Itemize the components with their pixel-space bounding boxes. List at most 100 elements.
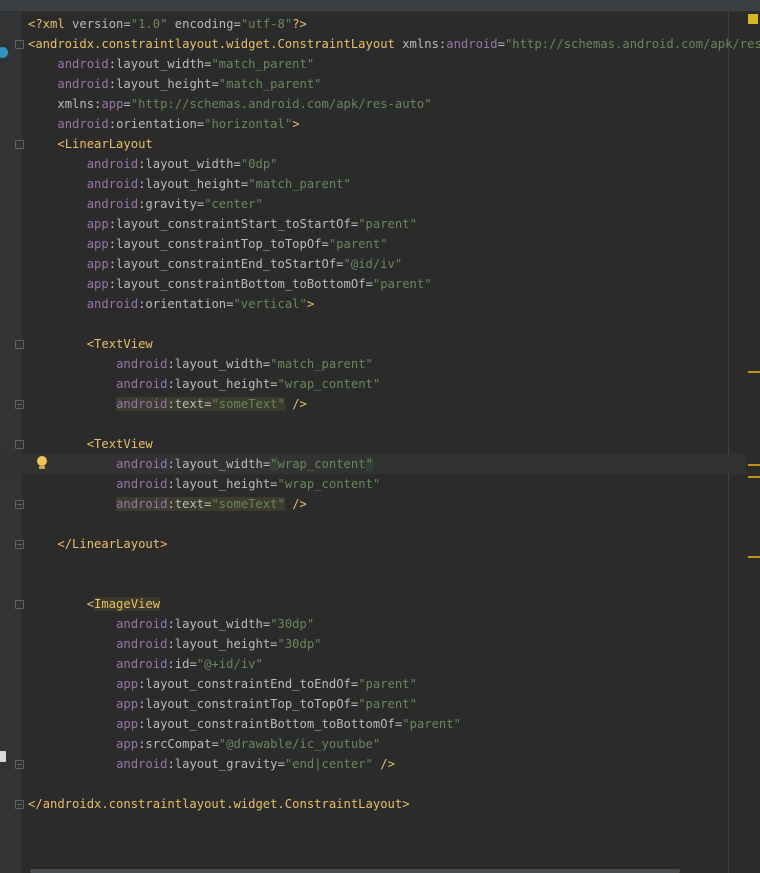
code-line[interactable]: android:layout_width="match_parent" (0, 354, 746, 374)
code-line[interactable]: android:layout_gravity="end|center" /> (0, 754, 746, 774)
code-text: app:layout_constraintTop_toTopOf="parent… (28, 694, 417, 714)
code-line[interactable]: </LinearLayout> (0, 534, 746, 554)
code-line[interactable]: android:layout_width="0dp" (0, 154, 746, 174)
code-token: xmlns: (402, 37, 447, 51)
code-line[interactable]: app:layout_constraintBottom_toBottomOf="… (0, 714, 746, 734)
code-line[interactable]: app:layout_constraintStart_toStartOf="pa… (0, 214, 746, 234)
code-line[interactable]: app:layout_constraintBottom_toBottomOf="… (0, 274, 746, 294)
code-token: "parent" (402, 717, 461, 731)
code-token: android (116, 757, 168, 771)
code-line[interactable] (0, 414, 746, 434)
code-line[interactable]: android:text="someText" /> (0, 394, 746, 414)
code-line[interactable]: app:layout_constraintEnd_toStartOf="@id/… (0, 254, 746, 274)
code-token: < (86, 597, 95, 611)
fold-end-icon[interactable] (15, 500, 24, 509)
fold-end-icon[interactable] (15, 540, 24, 549)
fold-start-icon[interactable] (15, 440, 24, 449)
fold-start-icon[interactable] (15, 600, 24, 609)
code-line[interactable]: <TextView (0, 334, 746, 354)
code-token: :layout_constraintBottom_toBottomOf= (138, 717, 403, 731)
code-line[interactable]: xmlns:app="http://schemas.android.com/ap… (0, 94, 746, 114)
code-token: app (86, 237, 109, 251)
fold-end-icon[interactable] (15, 760, 24, 769)
code-token: = (497, 37, 505, 51)
code-token: :layout_constraintBottom_toBottomOf= (108, 277, 373, 291)
code-line[interactable] (0, 314, 746, 334)
code-line[interactable]: android:layout_height="match_parent" (0, 174, 746, 194)
code-line[interactable]: <LinearLayout (0, 134, 746, 154)
code-token: :layout_constraintTop_toTopOf= (138, 697, 359, 711)
code-token: :layout_constraintStart_toStartOf= (108, 217, 359, 231)
code-text: android:layout_height="30dp" (28, 634, 321, 654)
code-line[interactable]: android:layout_width="wrap_content" (0, 454, 746, 474)
error-stripe[interactable] (746, 11, 760, 873)
horizontal-scrollbar[interactable] (30, 869, 680, 873)
code-line[interactable] (0, 774, 746, 794)
warning-marker[interactable] (748, 464, 760, 466)
code-token: /> (292, 497, 307, 511)
code-token: :orientation= (108, 117, 205, 131)
fold-start-icon[interactable] (15, 340, 24, 349)
code-line[interactable] (0, 514, 746, 534)
code-token: android (116, 477, 168, 491)
code-token: "0dp" (240, 157, 278, 171)
code-token: :layout_constraintEnd_toStartOf= (108, 257, 344, 271)
code-line[interactable]: android:id="@+id/iv" (0, 654, 746, 674)
code-line[interactable]: android:layout_height="match_parent" (0, 74, 746, 94)
code-text: android:layout_height="match_parent" (28, 74, 321, 94)
code-line[interactable]: android:orientation="horizontal"> (0, 114, 746, 134)
code-token: :layout_height= (167, 477, 278, 491)
inspection-warning-icon[interactable] (748, 14, 758, 24)
code-text: android:layout_width="match_parent" (28, 354, 373, 374)
warning-marker[interactable] (748, 556, 760, 558)
code-line[interactable]: app:layout_constraintEnd_toEndOf="parent… (0, 674, 746, 694)
code-token: "someText" (211, 397, 285, 411)
code-line[interactable]: app:srcCompat="@drawable/ic_youtube" (0, 734, 746, 754)
code-line[interactable]: <TextView (0, 434, 746, 454)
code-token: android (57, 57, 109, 71)
code-token: android (116, 377, 168, 391)
code-line[interactable]: android:layout_width="match_parent" (0, 54, 746, 74)
code-line[interactable]: android:layout_height="30dp" (0, 634, 746, 654)
code-text: android:text="someText" /> (28, 494, 307, 514)
code-line[interactable]: app:layout_constraintTop_toTopOf="parent… (0, 234, 746, 254)
code-line[interactable]: <?xml version="1.0" encoding="utf-8"?> (0, 14, 746, 34)
code-token: "end|center" (284, 757, 373, 771)
warning-marker[interactable] (748, 476, 760, 478)
fold-start-icon[interactable] (15, 40, 24, 49)
code-token: :text= (167, 497, 212, 511)
code-token: :layout_constraintEnd_toEndOf= (138, 677, 359, 691)
code-line[interactable] (0, 554, 746, 574)
code-token: ImageView (94, 597, 161, 611)
code-line[interactable]: <androidx.constraintlayout.widget.Constr… (0, 34, 760, 54)
warning-marker[interactable] (748, 371, 760, 373)
code-text: android:layout_width="0dp" (28, 154, 278, 174)
code-token: app (116, 737, 139, 751)
code-token: app (116, 717, 139, 731)
code-line[interactable]: <ImageView (0, 594, 746, 614)
code-line[interactable]: android:gravity="center" (0, 194, 746, 214)
code-token: "parent" (358, 217, 417, 231)
code-line[interactable] (0, 574, 746, 594)
code-line[interactable]: app:layout_constraintTop_toTopOf="parent… (0, 694, 746, 714)
code-line[interactable]: android:text="someText" /> (0, 494, 746, 514)
fold-end-icon[interactable] (15, 800, 24, 809)
code-line[interactable]: </androidx.constraintlayout.widget.Const… (0, 794, 746, 814)
code-line[interactable]: android:orientation="vertical"> (0, 294, 746, 314)
lightbulb-icon[interactable] (36, 456, 48, 470)
code-line[interactable]: android:layout_width="30dp" (0, 614, 746, 634)
code-token: :layout_constraintTop_toTopOf= (108, 237, 329, 251)
code-line[interactable]: android:layout_height="wrap_content" (0, 374, 746, 394)
fold-start-icon[interactable] (15, 140, 24, 149)
code-token: "http://schemas.android.com/apk/res/andr (504, 37, 760, 51)
code-text: android:layout_width="match_parent" (28, 54, 314, 74)
fold-end-icon[interactable] (15, 400, 24, 409)
code-token: " (270, 457, 278, 471)
code-token: android (86, 157, 139, 171)
code-line[interactable]: android:layout_height="wrap_content" (0, 474, 746, 494)
